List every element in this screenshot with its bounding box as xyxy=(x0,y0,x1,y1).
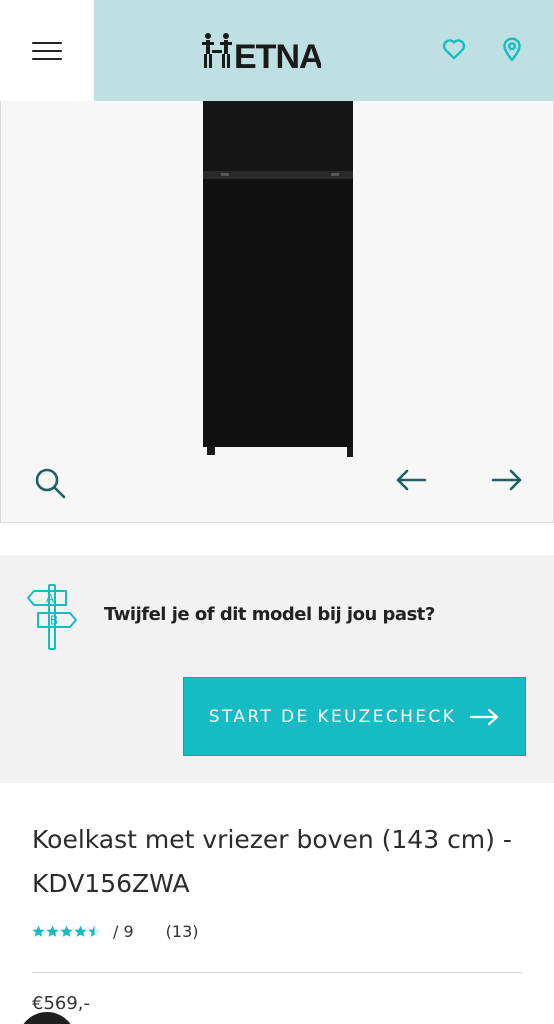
keuzecheck-question: Twijfel je of dit model bij jou past? xyxy=(104,604,435,625)
brand-wordmark: ETNA xyxy=(234,38,321,72)
star-icon xyxy=(32,925,45,937)
rating-score: / 9 xyxy=(113,922,134,941)
rating-stars xyxy=(32,925,101,938)
product-image xyxy=(203,101,353,457)
site-header: ETNA xyxy=(0,0,554,101)
product-rating[interactable]: / 9 (13) xyxy=(32,922,199,941)
search-icon[interactable] xyxy=(33,466,67,500)
product-price: €569,- xyxy=(32,993,91,1014)
start-keuzecheck-button[interactable]: START DE KEUZECHECK xyxy=(183,677,526,756)
signpost-icon: A B xyxy=(27,584,77,650)
review-count[interactable]: (13) xyxy=(166,922,199,941)
arrow-right-icon xyxy=(470,708,499,725)
arrow-left-icon[interactable] xyxy=(395,467,427,493)
star-icon xyxy=(74,925,87,937)
etna-logo[interactable]: ETNA xyxy=(201,30,321,72)
location-pin-icon[interactable] xyxy=(499,36,525,62)
product-gallery[interactable] xyxy=(0,101,554,523)
divider xyxy=(32,972,522,973)
menu-icon[interactable] xyxy=(32,41,62,60)
sign-b-label: B xyxy=(50,614,58,628)
brand-bar: ETNA xyxy=(94,0,554,101)
keuzecheck-panel: A B Twijfel je of dit model bij jou past… xyxy=(0,555,554,783)
star-icon xyxy=(60,925,73,937)
arrow-right-icon[interactable] xyxy=(491,467,523,493)
sign-a-label: A xyxy=(46,592,55,606)
heart-icon[interactable] xyxy=(441,36,467,62)
cta-label: START DE KEUZECHECK xyxy=(208,706,457,727)
star-icon xyxy=(46,925,59,937)
menu-area xyxy=(0,0,94,101)
star-half-icon xyxy=(88,925,101,937)
product-title: Koelkast met vriezer boven (143 cm) - KD… xyxy=(32,825,512,898)
